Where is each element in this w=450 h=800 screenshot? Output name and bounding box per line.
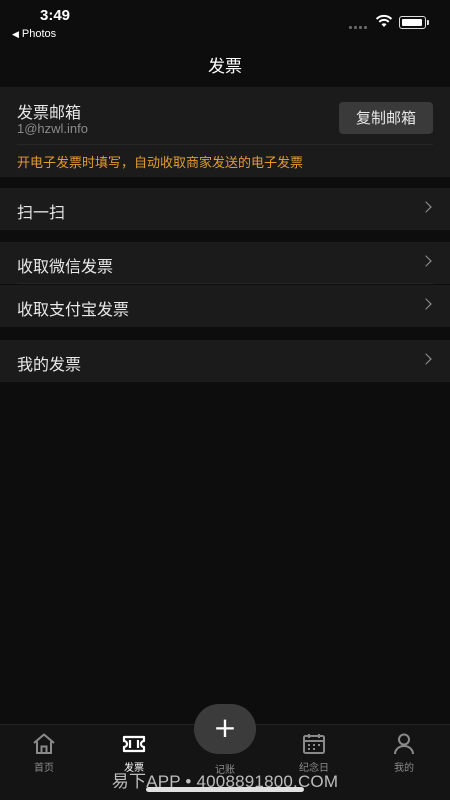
home-indicator xyxy=(146,787,304,792)
alipay-invoice-row[interactable]: 收取支付宝发票 xyxy=(0,285,450,327)
my-invoices-label: 我的发票 xyxy=(17,355,82,374)
chevron-right-icon xyxy=(420,201,432,213)
my-invoices-row[interactable]: 我的发票 xyxy=(0,340,450,382)
wechat-invoice-label: 收取微信发票 xyxy=(17,257,114,276)
copy-mail-button[interactable]: 复制邮箱 xyxy=(339,102,433,134)
cellular-signal-icon xyxy=(349,24,369,29)
chevron-right-icon xyxy=(420,353,432,365)
battery-icon xyxy=(399,16,429,29)
ticket-icon xyxy=(122,735,146,753)
wifi-icon xyxy=(375,14,393,27)
page-title: 发票 xyxy=(208,57,242,77)
wechat-invoice-row[interactable]: 收取微信发票 xyxy=(0,242,450,284)
invoice-mail-label: 发票邮箱 xyxy=(17,103,82,122)
chevron-right-icon xyxy=(420,255,432,267)
invoice-mail-card: 发票邮箱 1@hzwl.info 复制邮箱 开电子发票时填写，自动收取商家发送的… xyxy=(0,87,450,177)
alipay-invoice-label: 收取支付宝发票 xyxy=(17,300,130,319)
add-record-button[interactable]: + xyxy=(194,704,256,754)
status-time: 3:49 xyxy=(40,7,71,24)
divider xyxy=(17,283,433,284)
invoice-mail-tip: 开电子发票时填写，自动收取商家发送的电子发票 xyxy=(17,156,304,171)
chevron-right-icon xyxy=(420,298,432,310)
status-bar: 3:49 ◀ Photos xyxy=(0,0,450,44)
back-to-app-link[interactable]: ◀ Photos xyxy=(12,28,56,40)
divider xyxy=(17,144,433,145)
plus-icon: + xyxy=(213,711,237,744)
back-app-label: Photos xyxy=(21,28,57,40)
scan-row[interactable]: 扫一扫 xyxy=(0,188,450,230)
home-icon xyxy=(33,733,55,754)
calendar-icon xyxy=(303,734,325,754)
invoice-mail-address: 1@hzwl.info xyxy=(17,121,89,136)
person-icon xyxy=(394,733,414,755)
back-triangle-icon: ◀ xyxy=(12,29,19,39)
scan-label: 扫一扫 xyxy=(17,203,66,222)
